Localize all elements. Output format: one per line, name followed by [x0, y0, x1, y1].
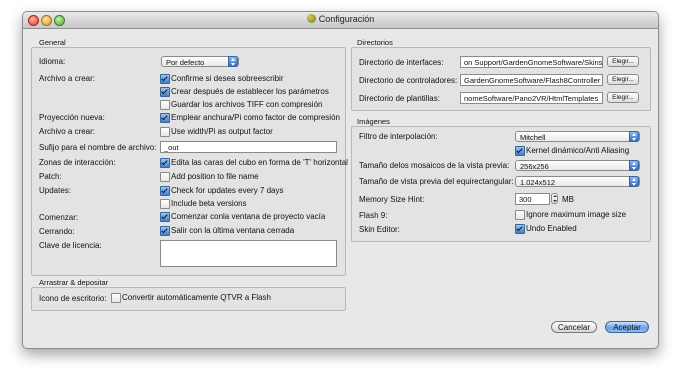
- check-updates-checkbox[interactable]: [160, 186, 170, 196]
- proyeccion-label: Proyección nueva:: [39, 113, 105, 122]
- add-position-checkbox[interactable]: [160, 172, 170, 182]
- filtro-select-value: Mitchell: [520, 133, 546, 142]
- use-width-output-label: Use width/Pi as output factor: [171, 127, 273, 136]
- tamano-equirect-value: 1.024x512: [520, 178, 556, 187]
- start-new-window-checkbox[interactable]: [160, 212, 170, 222]
- app-icon: [306, 14, 316, 23]
- dir-interfaces-input[interactable]: on Support/GardenGnomeSoftware/Skins: [460, 56, 603, 68]
- window-title: Configuración: [23, 14, 658, 24]
- include-beta-checkbox[interactable]: [160, 199, 170, 209]
- create-after-params-checkbox[interactable]: [160, 87, 170, 97]
- directorios-group-title: Directorios: [357, 38, 393, 47]
- confirm-overwrite-checkbox[interactable]: [160, 74, 170, 84]
- tamano-equirect-select[interactable]: 1.024x512: [515, 176, 640, 187]
- general-group-title: General: [39, 38, 66, 47]
- dir-interfaces-label: Directorio de interfaces:: [359, 58, 444, 67]
- archivo-crear-label: Archivo a crear:: [39, 74, 96, 83]
- cerrando-label: Cerrando:: [39, 227, 75, 236]
- updates-label: Updates:: [39, 186, 72, 195]
- memory-unit: MB: [562, 195, 574, 204]
- kernel-label: Kernel dinámico/Anti Aliasing: [526, 146, 630, 155]
- chevron-updown-icon: [629, 131, 639, 142]
- title-bar: Configuración: [23, 12, 658, 29]
- dir-plantillas-input[interactable]: nomeSoftware/Pano2VR/HtmlTemplates: [460, 92, 603, 104]
- zonas-label: Zonas de interacción:: [39, 158, 116, 167]
- exit-last-window-label: Salir con la última ventana cerrada: [171, 226, 295, 235]
- idioma-select[interactable]: Por defecto: [161, 56, 239, 67]
- imagenes-group-title: Imágenes: [357, 117, 390, 126]
- memory-label: Memory Size Hint:: [359, 195, 425, 204]
- filtro-select[interactable]: Mitchell: [515, 131, 640, 142]
- tamano-mosaicos-select[interactable]: 256x256: [515, 160, 640, 171]
- check-updates-label: Check for updates every 7 days: [171, 186, 284, 195]
- save-tiff-label: Guardar los archivos TIFF con compresión: [171, 100, 323, 109]
- filtro-label: Filtro de interpolación:: [359, 132, 438, 141]
- accept-button[interactable]: Aceptar: [605, 321, 649, 333]
- configuration-window: Configuración General Idioma: Por defect…: [22, 11, 659, 349]
- start-new-window-label: Comenzar conla ventana de proyecto vacía: [171, 212, 326, 221]
- memory-stepper[interactable]: [551, 193, 558, 204]
- kernel-checkbox[interactable]: [515, 146, 525, 156]
- include-beta-label: Include beta versions: [171, 199, 247, 208]
- dragdrop-group-title: Arrastrar & depositar: [39, 278, 109, 287]
- dir-controladores-input[interactable]: GardenGnomeSoftware/Flash8Controller: [460, 74, 603, 86]
- use-width-output-checkbox[interactable]: [160, 127, 170, 137]
- icono-escritorio-label: Icono de escritorio:: [39, 294, 107, 303]
- convert-qtvr-label: Convertir automáticamente QTVR a Flash: [122, 293, 271, 302]
- licencia-textarea[interactable]: [160, 240, 337, 267]
- sufijo-input[interactable]: _out: [160, 141, 337, 153]
- exit-last-window-checkbox[interactable]: [160, 226, 170, 236]
- convert-qtvr-checkbox[interactable]: [111, 293, 121, 303]
- dir-controladores-label: Directorio de controladores:: [359, 76, 458, 85]
- sufijo-label: Sufijo para el nombre de archivo:: [39, 143, 157, 152]
- ignore-max-checkbox[interactable]: [515, 210, 525, 220]
- create-after-params-label: Crear después de establecer los parámetr…: [171, 87, 329, 96]
- memory-input[interactable]: 300: [515, 193, 550, 205]
- undo-enabled-label: Undo Enabled: [526, 224, 577, 233]
- undo-enabled-checkbox[interactable]: [515, 224, 525, 234]
- dir-plantillas-label: Directorio de plantillas:: [359, 94, 440, 103]
- cancel-button[interactable]: Cancelar: [551, 321, 597, 333]
- tamano-mosaicos-value: 256x256: [520, 162, 549, 171]
- idioma-select-value: Por defecto: [166, 58, 205, 67]
- use-width-factor-label: Emplear anchura/Pi como factor de compre…: [171, 113, 340, 122]
- chevron-updown-icon: [629, 160, 639, 171]
- patch-label: Patch:: [39, 172, 62, 181]
- window-title-text: Configuración: [318, 14, 375, 24]
- chevron-updown-icon: [228, 56, 238, 67]
- edit-faces-label: Edita las caras del cubo en forma de 'T'…: [171, 158, 348, 167]
- use-width-factor-checkbox[interactable]: [160, 113, 170, 123]
- dir-controladores-choose-button[interactable]: Elegir...: [607, 74, 639, 85]
- tamano-equirect-label: Tamaño de vista previa del equirectangul…: [359, 177, 514, 186]
- dir-plantillas-choose-button[interactable]: Elegir...: [607, 92, 639, 103]
- chevron-updown-icon: [629, 176, 639, 187]
- archivo-crear-label-2: Archivo a crear:: [39, 127, 96, 136]
- idioma-label: Idioma:: [39, 57, 66, 66]
- ignore-max-label: Ignore maximum image size: [526, 210, 627, 219]
- add-position-label: Add position to file name: [171, 172, 259, 181]
- flash9-label: Flash 9:: [359, 211, 388, 220]
- dir-interfaces-choose-button[interactable]: Elegir...: [607, 56, 639, 67]
- edit-faces-checkbox[interactable]: [160, 158, 170, 168]
- save-tiff-checkbox[interactable]: [160, 100, 170, 110]
- comenzar-label: Comenzar:: [39, 213, 79, 222]
- licencia-label: Clave de licencia:: [39, 241, 102, 250]
- tamano-mosaicos-label: Tamaño delos mosaicos de la vista previa…: [359, 161, 510, 170]
- skin-editor-label: Skin Editor:: [359, 225, 400, 234]
- confirm-overwrite-label: Confirme si desea sobreescribir: [171, 74, 284, 83]
